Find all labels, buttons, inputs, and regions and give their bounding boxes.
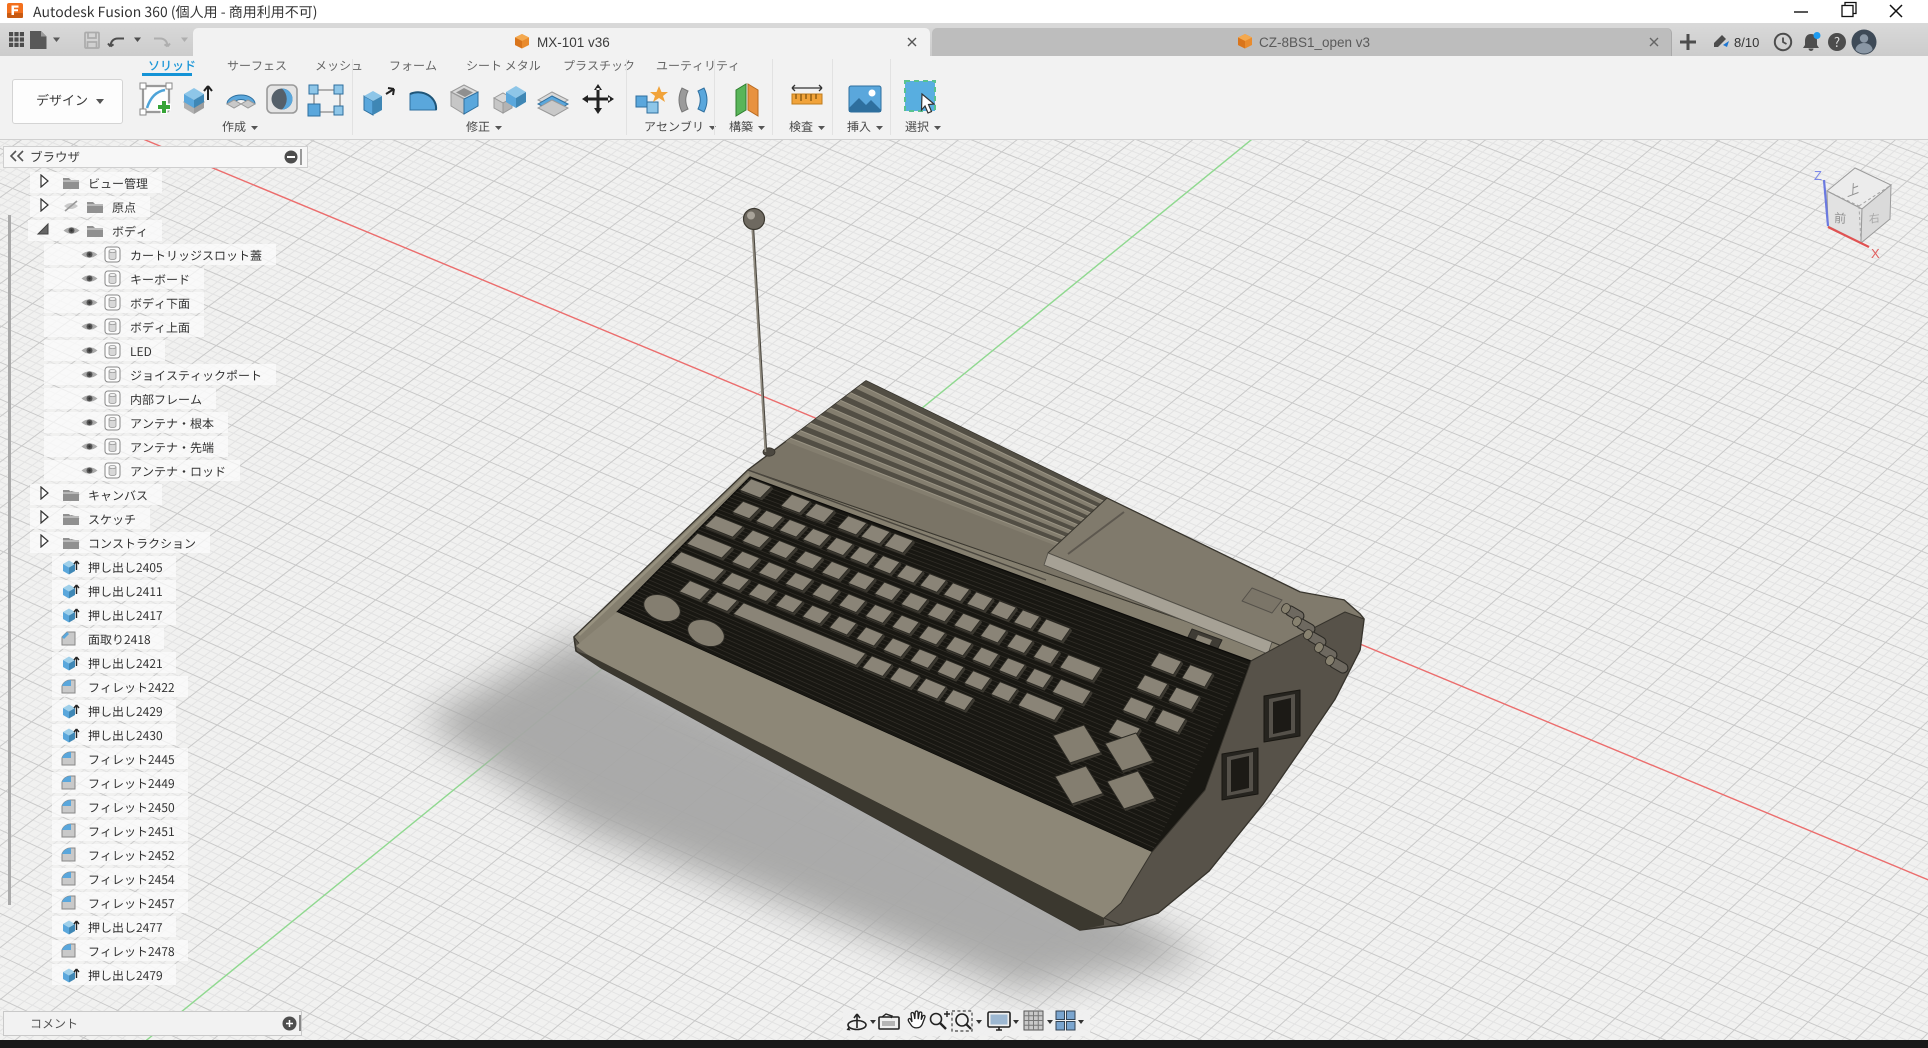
- svg-text:Z: Z: [1814, 168, 1822, 183]
- svg-text:X: X: [1871, 246, 1880, 261]
